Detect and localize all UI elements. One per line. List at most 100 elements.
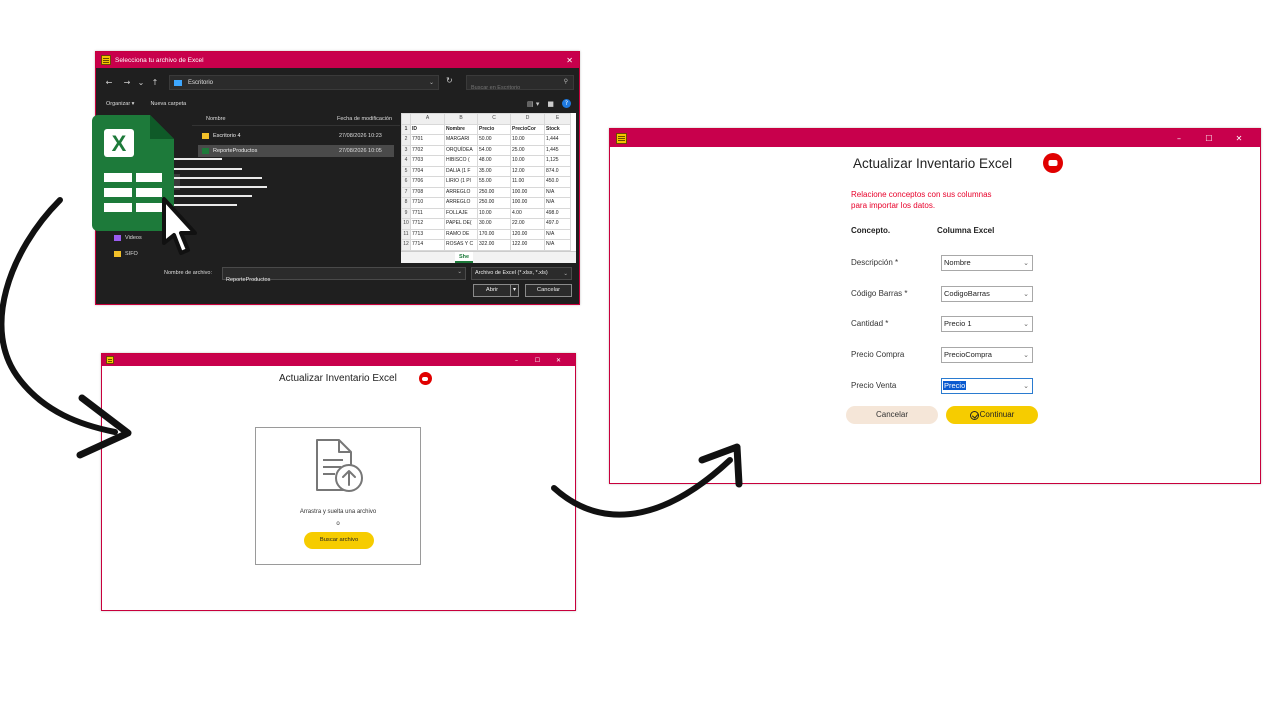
maximize-icon[interactable]: ☐: [1194, 134, 1224, 143]
check-circle-icon: [969, 410, 979, 420]
dialog-footer: Nombre de archivo: ⌄ Archivo de Excel (*…: [96, 265, 579, 305]
table-cell: 7710: [410, 197, 445, 209]
dialog-cancel-button[interactable]: Cancelar: [525, 284, 572, 297]
help-icon[interactable]: ?: [562, 99, 571, 108]
instruction-line: Relacione conceptos con sus columnas: [851, 190, 992, 199]
column-select[interactable]: Precio 1 ⌄: [941, 315, 1033, 332]
search-input[interactable]: [471, 81, 561, 95]
or-separator: o: [336, 521, 340, 527]
chevron-down-icon[interactable]: ⌄: [457, 269, 462, 275]
table-cell: 250.00: [477, 186, 511, 198]
table-row: 2 7701 MARGARI 50.00 10.00 1,444: [401, 134, 571, 146]
table-cell: 120.00: [510, 228, 545, 240]
mapping-label: Precio Venta: [851, 381, 897, 390]
open-options-button[interactable]: ▾: [510, 284, 519, 297]
organize-menu[interactable]: Organizar ▾: [106, 101, 134, 107]
row-number: 5: [401, 165, 411, 177]
filename-field[interactable]: ⌄: [222, 267, 466, 286]
dialog-navbar: ← → ⌄ ↑ Escritorio ⌄ ↻ ⚲: [96, 69, 579, 95]
chevron-down-icon: ⌄: [1023, 289, 1029, 298]
table-cell: 1,444: [544, 134, 571, 146]
excel-preview-grid: A B C D E 1 ID Nombre Precio PrecioCor S…: [401, 113, 571, 251]
table-cell: MARGARI: [444, 134, 478, 146]
file-list-header: Nombre Fecha de modificación: [192, 113, 400, 126]
column-select[interactable]: CodigoBarras ⌄: [941, 285, 1033, 302]
file-drop-zone[interactable]: Arrastra y suelta una archivo o Buscar a…: [255, 427, 421, 565]
sidebar-item-sifo[interactable]: SIFO: [114, 251, 138, 257]
table-cell: 10.00: [510, 155, 545, 167]
table-cell: 497.0: [544, 218, 571, 230]
view-options-icon[interactable]: ▤ ▾: [527, 100, 539, 108]
row-number: 1: [401, 123, 411, 135]
table-row: 4 7703 HIBISCO (48.00 10.00 1,125: [401, 155, 571, 167]
sheet-tab[interactable]: She: [455, 252, 474, 263]
refresh-icon[interactable]: ↻: [446, 76, 453, 85]
mapping-row-codigo-barras: Código Barras * CodigoBarras ⌄: [851, 285, 1033, 302]
window-heading-row: Actualizar Inventario Excel: [853, 153, 1064, 173]
mapping-row-precio-compra: Precio Compra PrecioCompra ⌄: [851, 346, 1033, 363]
chevron-down-icon: ⌄: [1023, 350, 1029, 359]
row-number: 10: [401, 218, 411, 230]
address-bar[interactable]: Escritorio ⌄: [169, 75, 439, 90]
file-date: 27/08/2026 10:05: [339, 148, 382, 154]
row-number: 12: [401, 239, 411, 251]
recent-locations-icon[interactable]: ⌄: [134, 78, 148, 87]
forward-arrow-icon[interactable]: →: [120, 78, 134, 87]
close-icon[interactable]: ✕: [1224, 134, 1254, 143]
continue-button[interactable]: Continuar: [946, 406, 1038, 424]
column-mapping-window: – ☐ ✕ Actualizar Inventario Excel Relaci…: [609, 128, 1261, 484]
cancel-button[interactable]: Cancelar: [846, 406, 938, 424]
table-cell: 7708: [410, 186, 445, 198]
youtube-icon[interactable]: [1043, 153, 1064, 173]
mapping-row-descripcion: Descripción * Nombre ⌄: [851, 254, 1033, 271]
folder-icon: [202, 133, 209, 139]
table-row: 10 7712 PAPEL DE(30.00 22.00 497.0: [401, 218, 571, 230]
table-cell: 170.00: [477, 228, 511, 240]
table-cell: 100.00: [510, 186, 545, 198]
open-button[interactable]: Abrir: [473, 284, 511, 297]
desktop-folder-icon: [174, 79, 182, 86]
minimize-icon[interactable]: –: [506, 357, 527, 364]
close-icon[interactable]: ✕: [548, 357, 569, 364]
browse-file-button[interactable]: Buscar archivo: [304, 532, 374, 549]
mapping-label: Cantidad *: [851, 319, 889, 328]
youtube-icon[interactable]: [418, 372, 432, 385]
chevron-down-icon: ⌄: [1023, 381, 1029, 390]
table-header-row: 1 ID Nombre Precio PrecioCor Stock: [401, 123, 571, 135]
row-number: 8: [401, 197, 411, 209]
select-value: Precio 1: [944, 318, 972, 328]
select-value: Nombre: [944, 257, 971, 267]
mapping-label: Descripción *: [851, 258, 899, 267]
column-header-name[interactable]: Nombre: [206, 116, 226, 122]
sheet-tab-bar: She: [401, 251, 576, 263]
table-cell: 1,125: [544, 155, 571, 167]
maximize-icon[interactable]: ☐: [527, 357, 548, 364]
table-cell: N/A: [544, 197, 571, 209]
up-arrow-icon[interactable]: ↑: [148, 78, 162, 87]
table-cell: Stock: [544, 123, 571, 135]
sidebar-item-videos[interactable]: Videos: [114, 235, 142, 241]
minimize-icon[interactable]: –: [1164, 134, 1194, 143]
close-icon[interactable]: ✕: [566, 56, 573, 65]
column-select[interactable]: Nombre ⌄: [941, 254, 1033, 271]
table-cell: 11.00: [510, 176, 545, 188]
table-cell: 450.0: [544, 176, 571, 188]
back-arrow-icon[interactable]: ←: [102, 78, 116, 87]
chevron-down-icon[interactable]: ⌄: [429, 79, 434, 86]
file-row[interactable]: Escritorio 4 27/08/2026 10:23: [198, 130, 394, 142]
column-header-date[interactable]: Fecha de modificación: [337, 116, 392, 122]
drop-instructions: Arrastra y suelta una archivo: [299, 509, 377, 515]
filetype-select[interactable]: Archivo de Excel (*.xlsx, *.xls) ⌄: [471, 267, 572, 280]
preview-pane-icon[interactable]: ■: [547, 100, 554, 108]
table-row: 6 7706 LIRIO (1 Pl 55.00 11.00 450.0: [401, 176, 571, 188]
column-select-focused[interactable]: Precio ⌄: [941, 377, 1033, 394]
table-cell: 322.00: [477, 239, 511, 251]
column-select[interactable]: PrecioCompra ⌄: [941, 346, 1033, 363]
breadcrumb-escritorio[interactable]: Escritorio: [188, 80, 213, 86]
filename-input[interactable]: [226, 274, 446, 286]
row-number: 3: [401, 144, 411, 156]
select-value: CodigoBarras: [944, 288, 990, 298]
search-box[interactable]: ⚲: [466, 75, 574, 95]
search-icon: ⚲: [563, 78, 568, 85]
new-folder-button[interactable]: Nueva carpeta: [150, 101, 186, 107]
